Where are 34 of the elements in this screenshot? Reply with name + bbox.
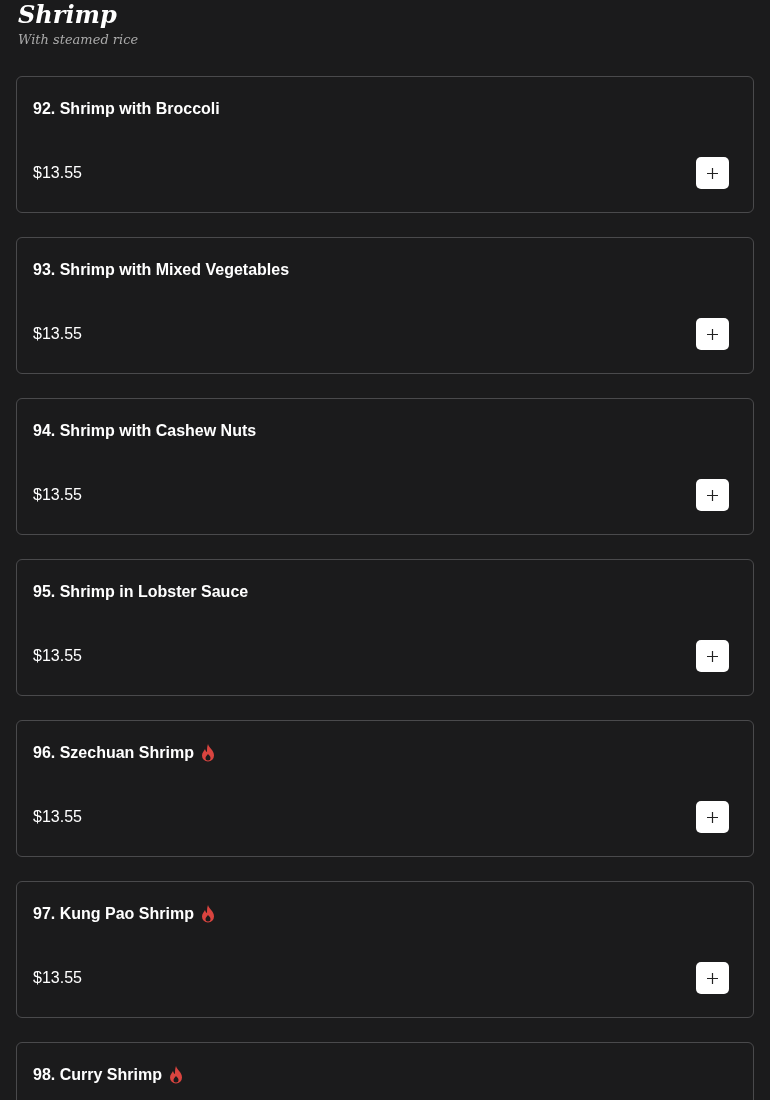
- add-button[interactable]: [696, 318, 729, 350]
- add-button[interactable]: [696, 479, 729, 511]
- item-name: 96. Szechuan Shrimp: [33, 743, 194, 763]
- plus-icon: [707, 328, 718, 340]
- plus-icon: [707, 972, 718, 984]
- add-button[interactable]: [696, 157, 729, 189]
- item-name: 94. Shrimp with Cashew Nuts: [33, 421, 257, 441]
- item-price: $13.55: [33, 324, 82, 344]
- section-subtitle: With steamed rice: [18, 31, 140, 49]
- plus-icon: [707, 811, 718, 823]
- item-name: 95. Shrimp in Lobster Sauce: [33, 582, 249, 602]
- menu-item-card[interactable]: 94. Shrimp with Cashew Nuts $13.55: [16, 398, 754, 535]
- menu-item-card[interactable]: 95. Shrimp in Lobster Sauce $13.55: [16, 559, 754, 696]
- plus-icon: [707, 167, 718, 179]
- menu-item-card[interactable]: 96. Szechuan Shrimp $13.55: [16, 720, 754, 857]
- item-name: 92. Shrimp with Broccoli: [33, 99, 220, 119]
- menu-item-card[interactable]: 93. Shrimp with Mixed Vegetables $13.55: [16, 237, 754, 374]
- menu-item-card[interactable]: 97. Kung Pao Shrimp $13.55: [16, 881, 754, 1018]
- add-button[interactable]: [696, 640, 729, 672]
- plus-icon: [707, 489, 718, 501]
- item-price: $13.55: [33, 968, 82, 988]
- menu-item-card[interactable]: 92. Shrimp with Broccoli $13.55: [16, 76, 754, 213]
- item-name: 97. Kung Pao Shrimp: [33, 904, 194, 924]
- add-button[interactable]: [696, 962, 729, 994]
- item-price: $13.55: [33, 807, 82, 827]
- item-name: 98. Curry Shrimp: [33, 1065, 162, 1085]
- add-button[interactable]: [696, 801, 729, 833]
- item-price: $13.55: [33, 646, 82, 666]
- menu-item-card[interactable]: 98. Curry Shrimp: [16, 1042, 754, 1100]
- item-price: $13.55: [33, 485, 82, 505]
- item-name: 93. Shrimp with Mixed Vegetables: [33, 260, 290, 280]
- plus-icon: [707, 650, 718, 662]
- section-title: Shrimp: [18, 0, 118, 30]
- item-price: $13.55: [33, 163, 82, 183]
